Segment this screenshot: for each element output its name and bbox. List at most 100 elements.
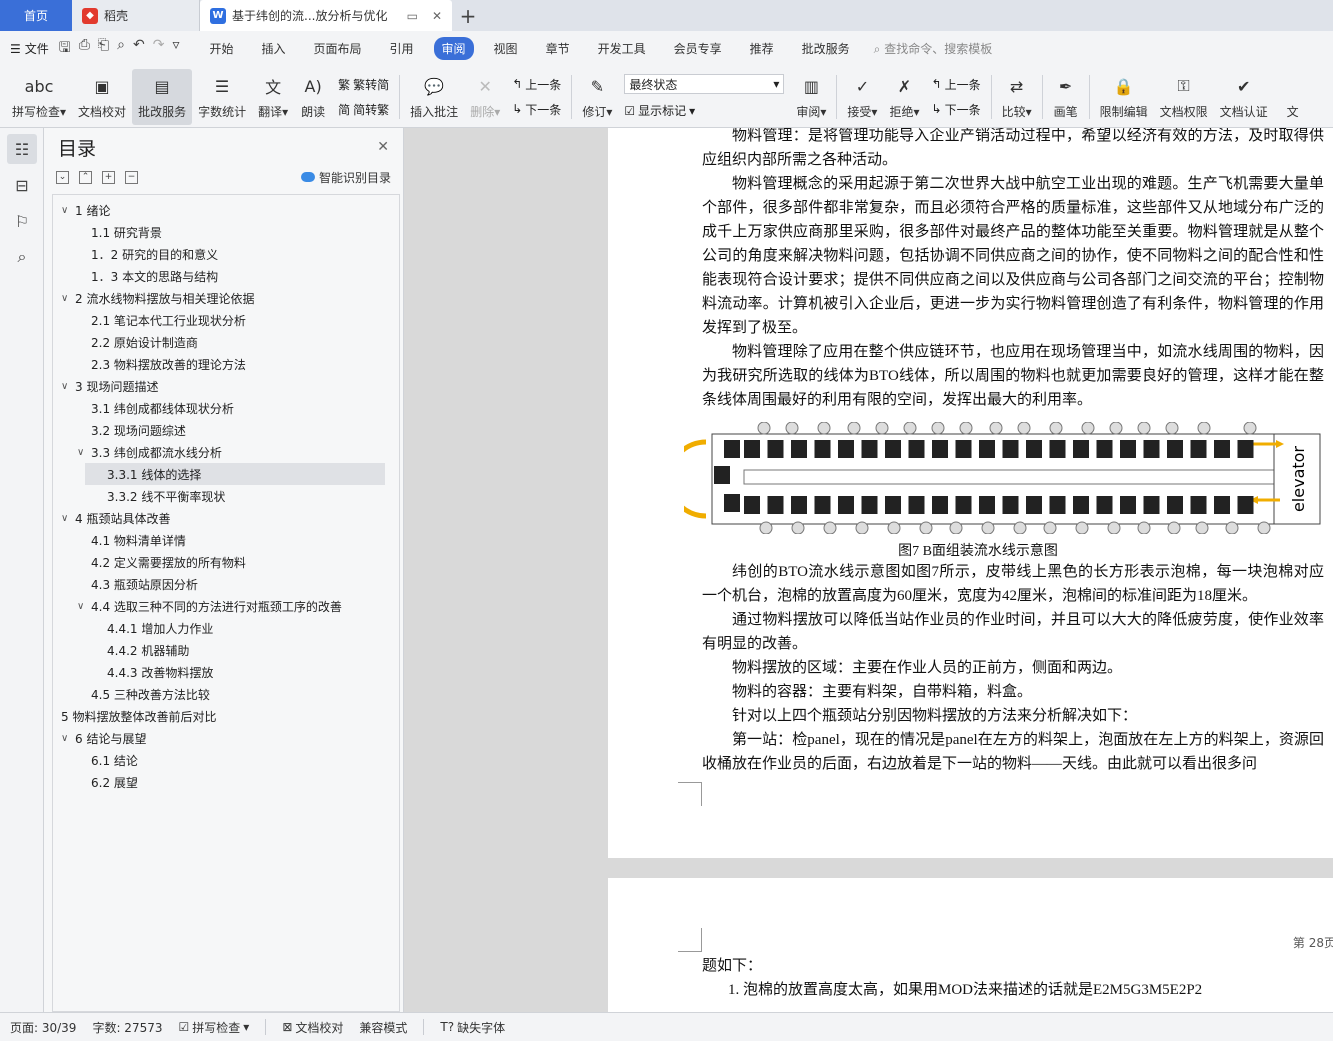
toc-item[interactable]: ∨ 6 结论与展望 <box>53 727 399 749</box>
smart-toc-button[interactable]: 智能识别目录 <box>300 169 391 186</box>
toc-item[interactable]: 4.4.1 增加人力作业 <box>53 617 399 639</box>
status-spell-check[interactable]: ☑ 拼写检查 ▾ <box>179 1019 250 1036</box>
toc-item[interactable]: 4.4.3 改善物料摆放 <box>53 661 399 683</box>
toc-item[interactable]: 5 物料摆放整体改善前后对比 <box>53 705 399 727</box>
menu-item[interactable]: 批改服务 <box>794 37 858 60</box>
menu-item[interactable]: 引用 <box>382 37 422 60</box>
trad-to-simp-button[interactable]: 繁繁转简 <box>338 76 389 93</box>
menu-item[interactable]: 推荐 <box>742 37 782 60</box>
menu-item[interactable]: 会员专享 <box>666 37 730 60</box>
toc-item[interactable]: ∨ 4 瓶颈站具体改善 <box>53 507 399 529</box>
redo-icon[interactable]: ↷ <box>153 37 165 61</box>
toc-item[interactable]: 4.3 瓶颈站原因分析 <box>53 573 399 595</box>
correction-service-button[interactable]: ▤ 批改服务 <box>132 68 193 125</box>
collapse-all-icon[interactable]: − <box>125 170 138 184</box>
doc-proof-button[interactable]: ▣ 文档校对 <box>72 69 132 125</box>
chevron-down-icon[interactable]: ∨ <box>61 293 75 304</box>
simp-to-trad-button[interactable]: 简简转繁 <box>338 101 389 118</box>
tab-home[interactable]: 首页 <box>0 0 72 31</box>
toc-item[interactable]: 1．3 本文的思路与结构 <box>53 265 399 287</box>
menu-item[interactable]: 开始 <box>201 37 241 60</box>
toc-item[interactable]: 4.1 物料清单详情 <box>53 529 399 551</box>
word-count[interactable]: 字数: 27573 <box>92 1019 162 1036</box>
toc-item[interactable]: 2.1 笔记本代工行业现状分析 <box>53 309 399 331</box>
save-icon[interactable]: 🖫 <box>59 37 71 61</box>
toc-item[interactable]: 1.1 研究背景 <box>53 221 399 243</box>
missing-font[interactable]: T? 缺失字体 <box>440 1019 505 1036</box>
show-markup-button[interactable]: ☑ 显示标记 ▾ <box>624 102 784 119</box>
toc-item[interactable]: 6.2 展望 <box>53 771 399 793</box>
restrict-edit-button[interactable]: 🔒 限制编辑 <box>1094 69 1154 125</box>
toc-panel-icon[interactable]: ☷ <box>7 134 37 164</box>
chevron-down-icon[interactable]: ∨ <box>61 381 75 392</box>
tab-daoke[interactable]: ◆ 稻壳 <box>72 0 200 31</box>
new-tab-button[interactable]: + <box>452 0 484 31</box>
tab-screen-icon[interactable]: ▭ <box>407 9 418 23</box>
file-menu[interactable]: ☰ 文件 <box>10 40 49 57</box>
spell-check-button[interactable]: abc 拼写检查▾ <box>6 69 72 125</box>
toc-item[interactable]: 3.3.2 线不平衡率现状 <box>53 485 399 507</box>
compare-button[interactable]: ⇄ 比较▾ <box>996 69 1038 125</box>
more-icon[interactable]: ▿ <box>172 37 179 61</box>
toc-item[interactable]: 6.1 结论 <box>53 749 399 771</box>
accept-button[interactable]: ✓ 接受▾ <box>841 69 883 125</box>
expand-down-icon[interactable]: ⌄ <box>56 170 69 184</box>
toc-item[interactable]: 3.1 纬创成都线体现状分析 <box>53 397 399 419</box>
find-icon[interactable]: ⌕ <box>7 242 37 272</box>
chevron-down-icon[interactable]: ∨ <box>61 205 75 216</box>
page-indicator[interactable]: 页面: 30/39 <box>10 1019 76 1036</box>
toc-item[interactable]: 3.2 现场问题综述 <box>53 419 399 441</box>
insert-comment-button[interactable]: 💬 插入批注 <box>404 69 464 125</box>
export-icon[interactable]: ⎙ <box>79 37 90 61</box>
next-revision-button[interactable]: ↳ 下一条 <box>932 101 981 118</box>
review-pane-button[interactable]: ▥ 审阅▾ <box>790 69 832 125</box>
tab-close-icon[interactable]: ✕ <box>432 9 442 23</box>
preview-icon[interactable]: ⌕ <box>117 37 125 61</box>
more-ribbon-button[interactable]: 文 <box>1274 69 1312 125</box>
close-icon[interactable]: ✕ <box>377 139 389 155</box>
tab-document[interactable]: W 基于纬创的流...放分析与优化 ▭ ✕ <box>200 0 452 31</box>
delete-comment-button[interactable]: ✕ 删除▾ <box>464 69 506 125</box>
toc-item[interactable]: 4.2 定义需要摆放的所有物料 <box>53 551 399 573</box>
chevron-down-icon[interactable]: ∨ <box>77 447 91 458</box>
pen-button[interactable]: ✒ 画笔 <box>1047 69 1085 125</box>
menu-item[interactable]: 插入 <box>253 37 293 60</box>
track-changes-button[interactable]: ✎ 修订▾ <box>576 69 618 125</box>
markup-state-select[interactable]: 最终状态 ▾ <box>624 74 785 94</box>
translate-button[interactable]: 文翻译▾ <box>252 69 294 125</box>
menu-item[interactable]: 视图 <box>486 37 526 60</box>
menu-item[interactable]: 页面布局 <box>306 37 370 60</box>
chevron-down-icon[interactable]: ∨ <box>77 601 91 612</box>
chevron-down-icon[interactable]: ∨ <box>61 513 75 524</box>
doc-certify-button[interactable]: ✔ 文档认证 <box>1214 69 1274 125</box>
status-doc-proof[interactable]: ⊠ 文档校对 <box>282 1019 343 1036</box>
toc-item[interactable]: 3.3.1 线体的选择 <box>85 463 385 485</box>
toc-item[interactable]: ∨ 3 现场问题描述 <box>53 375 399 397</box>
toc-item[interactable]: ∨ 3.3 纬创成都流水线分析 <box>53 441 399 463</box>
menu-item[interactable]: 审阅 <box>433 37 474 60</box>
doc-permission-button[interactable]: ⚿ 文档权限 <box>1154 69 1214 125</box>
reject-button[interactable]: ✗ 拒绝▾ <box>883 69 925 125</box>
bookmark-icon[interactable]: ⚐ <box>7 206 37 236</box>
command-search[interactable]: ⌕ 查找命令、搜索模板 <box>874 40 993 57</box>
toc-item[interactable]: ∨ 2 流水线物料摆放与相关理论依据 <box>53 287 399 309</box>
toc-item[interactable]: 2.3 物料摆放改善的理论方法 <box>53 353 399 375</box>
next-comment-button[interactable]: ↳ 下一条 <box>512 101 561 118</box>
menu-item[interactable]: 章节 <box>538 37 578 60</box>
toc-item[interactable]: ∨ 4.4 选取三种不同的方法进行对瓶颈工序的改善 <box>53 595 399 617</box>
navigation-icon[interactable]: ⊟ <box>7 170 37 200</box>
chevron-down-icon[interactable]: ∨ <box>61 733 75 744</box>
menu-item[interactable]: 开发工具 <box>590 37 654 60</box>
toc-item[interactable]: ∨ 1 绪论 <box>53 199 399 221</box>
prev-revision-button[interactable]: ↰ 上一条 <box>932 76 981 93</box>
read-aloud-button[interactable]: A) 朗读 <box>294 69 332 125</box>
toc-item[interactable]: 1．2 研究的目的和意义 <box>53 243 399 265</box>
undo-icon[interactable]: ↶ <box>133 37 145 61</box>
collapse-up-icon[interactable]: ⌃ <box>79 170 92 184</box>
word-count-button[interactable]: ☰ 字数统计 <box>192 69 252 125</box>
toc-item[interactable]: 2.2 原始设计制造商 <box>53 331 399 353</box>
toc-item[interactable]: 4.5 三种改善方法比较 <box>53 683 399 705</box>
print-icon[interactable]: ⎗ <box>98 37 109 61</box>
prev-comment-button[interactable]: ↰ 上一条 <box>512 76 561 93</box>
expand-all-icon[interactable]: + <box>102 170 115 184</box>
